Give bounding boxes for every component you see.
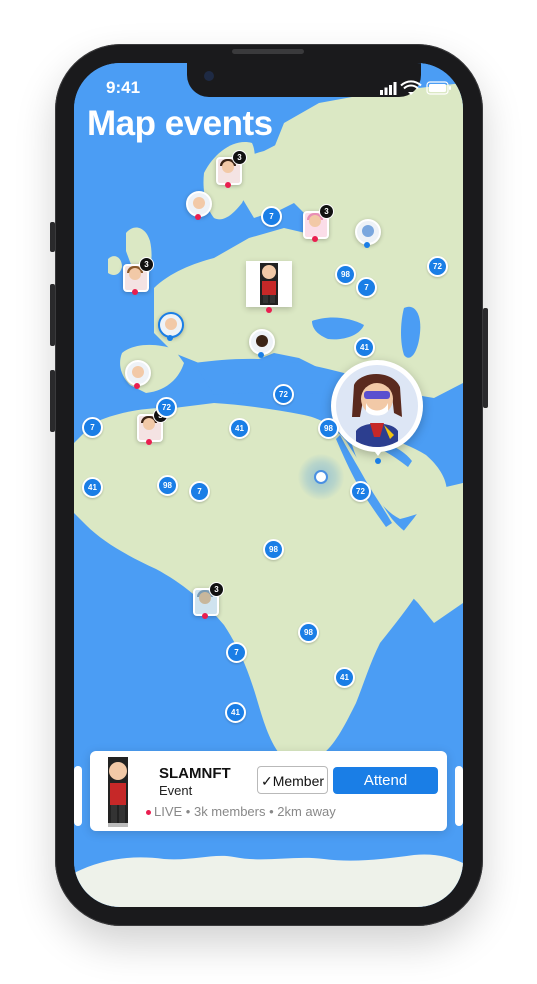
cluster-marker[interactable]: 41	[334, 667, 355, 688]
cluster-marker[interactable]: 72	[273, 384, 294, 405]
speaker	[232, 49, 304, 54]
pin-tip	[132, 289, 138, 295]
previous-card-edge[interactable]	[74, 766, 82, 826]
event-avatar	[108, 757, 128, 827]
cluster-marker[interactable]: 41	[225, 702, 246, 723]
cluster-marker[interactable]: 98	[335, 264, 356, 285]
avatar-pointer	[372, 448, 384, 456]
status-time: 9:41	[106, 78, 141, 97]
pin-count-badge: 3	[139, 257, 154, 272]
live-indicator	[146, 810, 151, 816]
pin-tip	[202, 613, 208, 619]
selected-user-avatar[interactable]	[331, 360, 423, 456]
cluster-marker[interactable]: 72	[156, 397, 177, 418]
pin-tip	[364, 242, 370, 248]
next-card-edge[interactable]	[455, 766, 463, 826]
event-meta: LIVE • 3k members • 2km away	[146, 804, 336, 819]
mute-switch	[50, 222, 55, 252]
wifi-icon	[400, 80, 422, 95]
pin-tip	[312, 236, 318, 242]
cluster-marker[interactable]: 7	[82, 417, 103, 438]
event-type: Event	[159, 783, 193, 798]
cluster-marker[interactable]: 98	[318, 418, 339, 439]
check-icon: ✓	[260, 773, 273, 789]
pin-tip	[134, 383, 140, 389]
user-pin[interactable]	[125, 360, 151, 386]
pin-count-badge: 3	[319, 204, 334, 219]
user-pin[interactable]	[355, 219, 381, 245]
pin-tip	[375, 458, 381, 464]
avatar-illustration	[352, 374, 402, 447]
cluster-marker[interactable]: 7	[189, 481, 210, 502]
event-card[interactable]: SLAMNFT Event LIVE • 3k members • 2km aw…	[90, 751, 447, 831]
member-button[interactable]: ✓Member	[257, 766, 328, 794]
current-location[interactable]	[298, 454, 344, 500]
live-label: LIVE	[154, 804, 183, 819]
volume-up-button	[50, 284, 55, 346]
camera	[204, 71, 214, 81]
pin-tip	[266, 307, 272, 313]
pin-tip	[258, 352, 264, 358]
cluster-marker[interactable]: 98	[298, 622, 319, 643]
pin-tip	[225, 182, 231, 188]
event-name: SLAMNFT	[159, 765, 231, 782]
pin-count-badge: 3	[209, 582, 224, 597]
cluster-marker[interactable]: 7	[356, 277, 377, 298]
status-icons	[380, 80, 451, 95]
member-button-label: Member	[272, 773, 325, 789]
power-button	[483, 308, 488, 408]
cluster-marker[interactable]: 98	[157, 475, 178, 496]
pin-tip	[195, 214, 201, 220]
signal-icon	[380, 82, 397, 95]
cluster-marker[interactable]: 72	[350, 481, 371, 502]
page-title: Map events	[87, 104, 273, 143]
cluster-marker[interactable]: 7	[226, 642, 247, 663]
cluster-marker[interactable]: 41	[229, 418, 250, 439]
pin-count-badge: 3	[232, 150, 247, 165]
featured-avatar	[260, 263, 278, 305]
cluster-marker[interactable]: 72	[427, 256, 448, 277]
featured-event-pin[interactable]	[246, 261, 292, 307]
user-pin[interactable]	[249, 329, 275, 355]
cluster-marker[interactable]: 41	[82, 477, 103, 498]
user-pin[interactable]	[186, 191, 212, 217]
attend-button[interactable]: Attend	[333, 767, 438, 794]
user-pin[interactable]	[158, 312, 184, 338]
volume-down-button	[50, 370, 55, 432]
cluster-marker[interactable]: 7	[261, 206, 282, 227]
event-meta-text: • 3k members • 2km away	[182, 804, 336, 819]
battery-icon	[426, 81, 451, 95]
pin-tip	[167, 335, 173, 341]
cluster-marker[interactable]: 41	[354, 337, 375, 358]
cluster-marker[interactable]: 98	[263, 539, 284, 560]
location-icon	[314, 470, 328, 484]
pin-tip	[146, 439, 152, 445]
